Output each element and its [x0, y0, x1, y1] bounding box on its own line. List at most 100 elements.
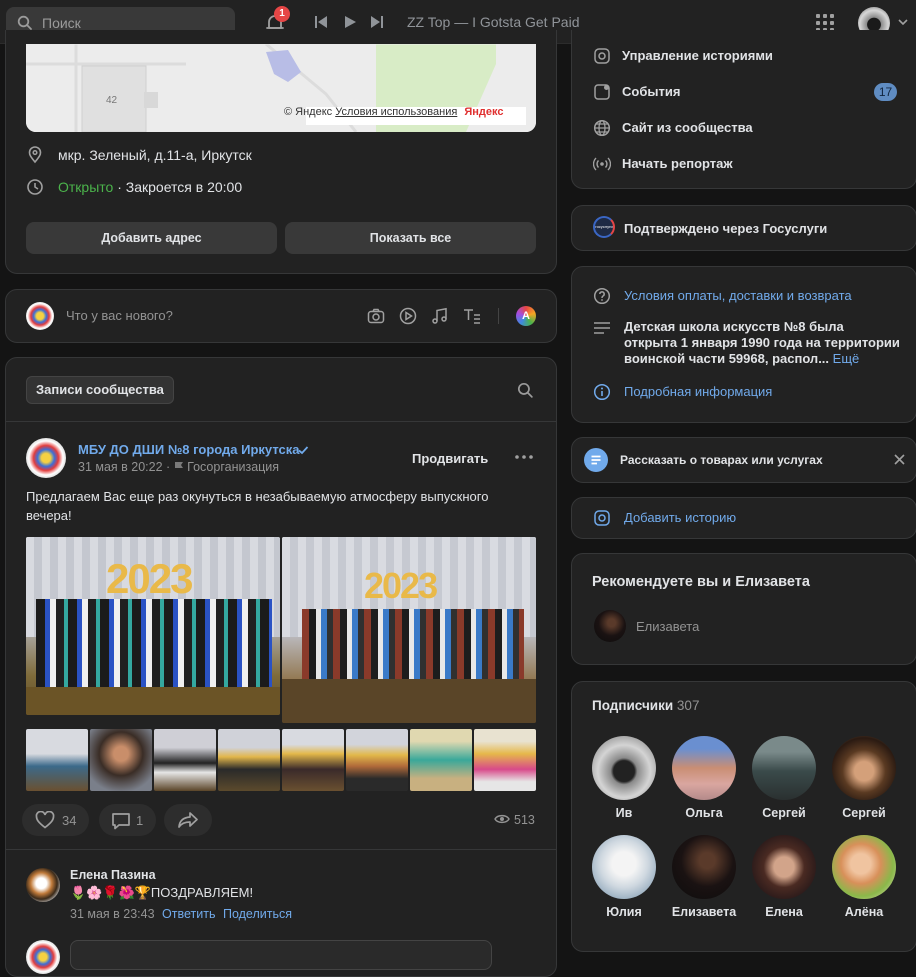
promote-button[interactable]: Продвигать: [412, 451, 488, 466]
subscriber-avatar-6[interactable]: [672, 835, 736, 899]
subscriber-name-6[interactable]: Елизавета: [664, 905, 744, 919]
comments-divider: [5, 849, 557, 850]
subscriber-name-1[interactable]: Ив: [584, 806, 664, 820]
post-author-name[interactable]: МБУ ДО ДШИ №8 города Иркутска: [78, 442, 299, 457]
community-avatar: [26, 302, 54, 330]
globe-icon: [593, 119, 611, 137]
search-input[interactable]: Поиск: [42, 15, 81, 31]
post-photo-main-2[interactable]: 2023: [282, 537, 536, 723]
more-options-icon[interactable]: [515, 454, 533, 460]
post-meta: 31 мая в 20:22 · Госорганизация: [78, 460, 280, 474]
share-button[interactable]: [164, 804, 212, 836]
subscriber-name-2[interactable]: Ольга: [664, 806, 744, 820]
reply-link[interactable]: Ответить: [162, 907, 215, 921]
subscriber-name-3[interactable]: Сергей: [744, 806, 824, 820]
subscribers-header[interactable]: Подписчики 307: [592, 698, 699, 713]
gosuslugi-verified-label: Подтверждено через Госуслуги: [624, 221, 828, 236]
menu-item-start-broadcast[interactable]: Начать репортаж: [622, 156, 733, 171]
post-photo-thumb-2[interactable]: [90, 729, 152, 791]
ai-assistant-icon[interactable]: A: [516, 306, 536, 326]
recommender-avatar[interactable]: [594, 610, 626, 642]
menu-item-manage-stories[interactable]: Управление историями: [622, 48, 773, 63]
more-info-link[interactable]: Подробная информация: [624, 384, 772, 399]
map-widget[interactable]: 42 © Яндекс Условия использования Яндекс: [26, 44, 536, 132]
post-photo-thumb-4[interactable]: [218, 729, 280, 791]
menu-item-community-site[interactable]: Сайт из сообщества: [622, 120, 753, 135]
video-icon[interactable]: [399, 307, 417, 325]
subscriber-avatar-8[interactable]: [832, 835, 896, 899]
now-playing-title[interactable]: ZZ Top — I Gotsta Get Paid: [407, 14, 579, 30]
post-photo-thumb-8[interactable]: [474, 729, 536, 791]
comments-count: 1: [136, 813, 144, 828]
subscriber-avatar-5[interactable]: [592, 835, 656, 899]
comment-meta: 31 мая в 23:43 Ответить Поделиться: [70, 907, 292, 921]
composer-input[interactable]: Что у вас нового?: [66, 308, 173, 323]
comment-input[interactable]: [70, 940, 492, 970]
subscriber-name-7[interactable]: Елена: [744, 905, 824, 919]
question-circle-icon: [593, 287, 611, 305]
add-story-card: [571, 497, 916, 539]
post-photo-thumb-6[interactable]: [346, 729, 408, 791]
map-copyright: © Яндекс: [284, 106, 333, 118]
comment-author-avatar[interactable]: [26, 868, 60, 902]
subscriber-avatar-4[interactable]: [832, 736, 896, 800]
map-image: [26, 44, 536, 132]
music-icon[interactable]: [431, 307, 449, 325]
post-photo-thumb-1[interactable]: [26, 729, 88, 791]
map-terms-link[interactable]: Условия использования: [335, 106, 457, 118]
views-count: 513: [514, 813, 535, 827]
subscriber-avatar-3[interactable]: [752, 736, 816, 800]
article-icon[interactable]: [463, 307, 481, 325]
play-icon[interactable]: [342, 14, 358, 30]
subscriber-name-4[interactable]: Сергей: [824, 806, 904, 820]
comment-text: 🌷🌸🌹🌺🏆ПОЗДРАВЛЯЕМ!: [70, 885, 254, 900]
add-address-button[interactable]: Добавить адрес: [26, 222, 277, 254]
post-photo-thumb-7[interactable]: [410, 729, 472, 791]
like-button[interactable]: 34: [22, 804, 89, 836]
composer-divider: [498, 308, 499, 324]
comment-date[interactable]: 31 мая в 23:43: [70, 907, 155, 921]
post-photo-thumb-5[interactable]: [282, 729, 344, 791]
events-count-badge: 17: [874, 83, 897, 101]
camera-icon[interactable]: [367, 307, 385, 325]
recommend-title: Рекомендуете вы и Елизавета: [592, 574, 810, 590]
tab-community-posts[interactable]: Записи сообщества: [26, 376, 174, 404]
comment-icon: [112, 813, 130, 830]
verified-check-icon: [298, 446, 309, 455]
share-link[interactable]: Поделиться: [223, 907, 292, 921]
post-photo-main-1[interactable]: 2023: [26, 537, 280, 715]
post-author-type: Госорганизация: [187, 460, 280, 474]
tell-about-goods-link[interactable]: Рассказать о товарах или услугах: [620, 453, 823, 467]
comment-button[interactable]: 1: [99, 804, 156, 836]
search-icon[interactable]: [517, 382, 534, 399]
menu-item-events[interactable]: События: [622, 84, 680, 99]
subscriber-name-8[interactable]: Алёна: [824, 905, 904, 919]
open-status: Открыто: [58, 179, 114, 195]
address-text[interactable]: мкр. Зеленый, д.11-а, Иркутск: [58, 147, 252, 163]
comment-author-name[interactable]: Елена Пазина: [70, 868, 156, 882]
next-track-icon[interactable]: [369, 14, 385, 30]
community-description: Детская школа искусств №8 была открыта 1…: [624, 319, 900, 367]
subscriber-avatar-2[interactable]: [672, 736, 736, 800]
recommender-name[interactable]: Елизавета: [636, 619, 699, 634]
subscriber-avatar-7[interactable]: [752, 835, 816, 899]
map-attribution: © Яндекс Условия использования Яндекс: [284, 106, 504, 118]
chevron-down-icon[interactable]: [898, 18, 908, 26]
close-icon[interactable]: [894, 454, 905, 465]
post-text: Предлагаем Вас еще раз окунуться в незаб…: [26, 489, 489, 523]
opening-hours: Открыто · Закроется в 20:00: [58, 179, 242, 195]
previous-track-icon[interactable]: [313, 14, 329, 30]
broadcast-icon: [593, 157, 611, 171]
subscriber-avatar-1[interactable]: [592, 736, 656, 800]
post-date[interactable]: 31 мая в 20:22: [78, 460, 163, 474]
add-story-button[interactable]: Добавить историю: [624, 510, 736, 525]
subscriber-name-5[interactable]: Юлия: [584, 905, 664, 919]
post-photo-thumb-3[interactable]: [154, 729, 216, 791]
clock-icon: [27, 179, 43, 195]
payment-terms-link[interactable]: Условия оплаты, доставки и возврата: [624, 288, 852, 303]
search-icon: [17, 15, 32, 30]
closing-time: · Закроется в 20:00: [113, 179, 243, 195]
description-more-link[interactable]: Ещё: [833, 351, 860, 366]
show-all-button[interactable]: Показать все: [285, 222, 536, 254]
post-author-avatar[interactable]: [26, 438, 66, 478]
